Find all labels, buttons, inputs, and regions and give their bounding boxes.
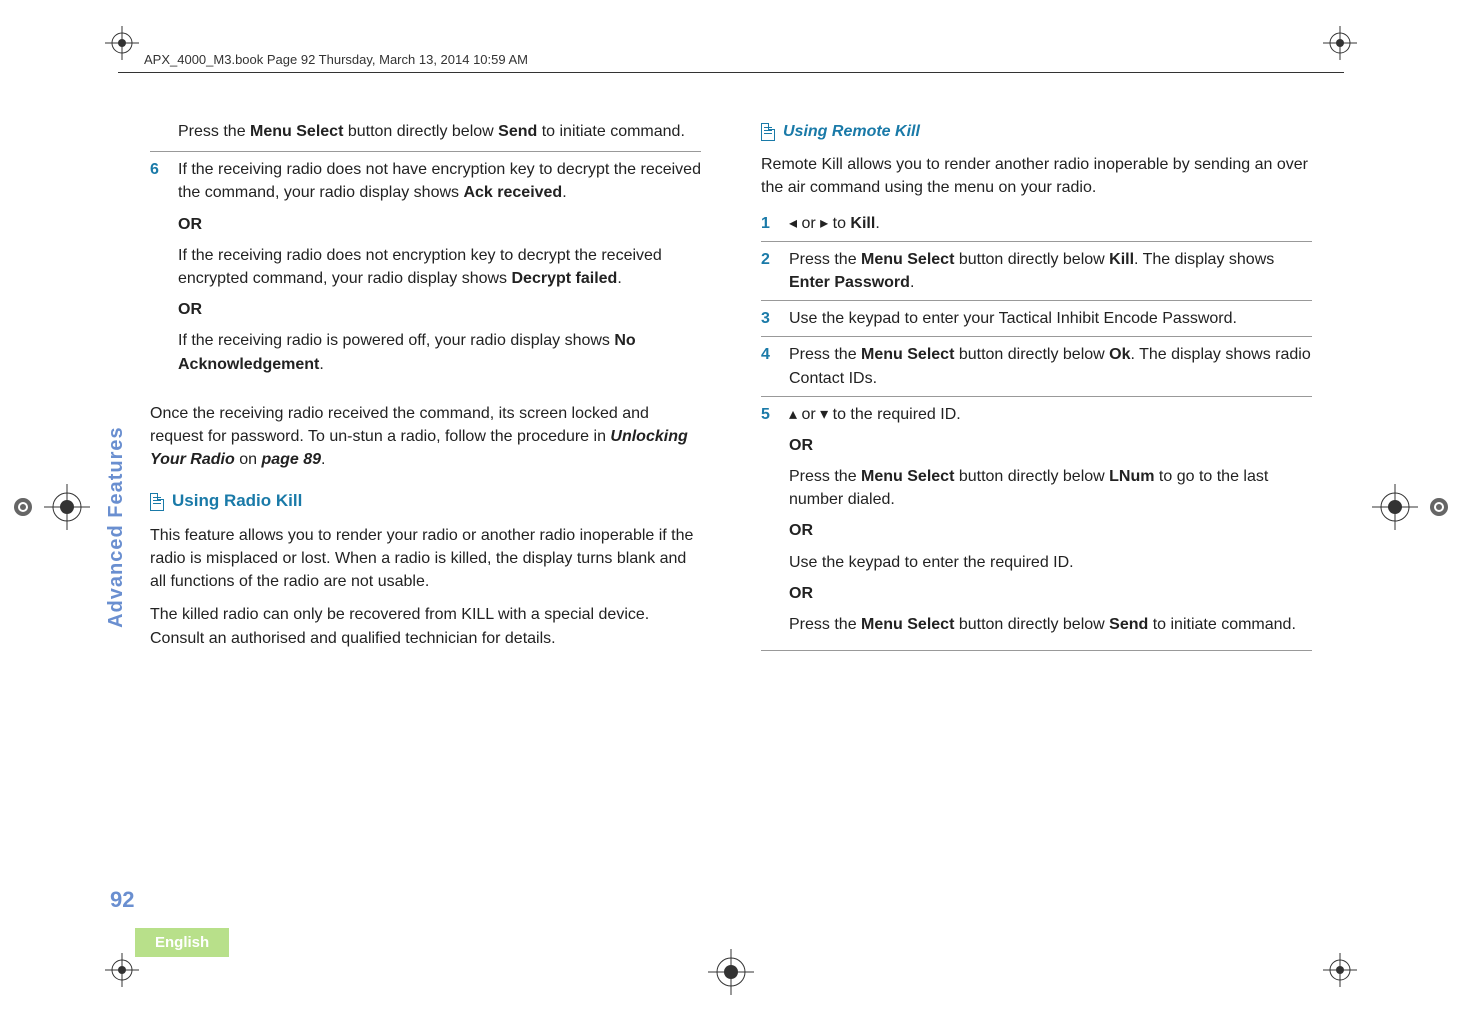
registration-dot-icon — [14, 498, 32, 516]
up-arrow-icon: ▴ — [789, 406, 797, 423]
step-number: 2 — [761, 248, 779, 294]
step-2: 2 Press the Menu Select button directly … — [761, 244, 1312, 301]
doc-icon — [761, 123, 775, 141]
step-4: 4 Press the Menu Select button directly … — [761, 339, 1312, 396]
step-5: 5 ▴ or ▾ to the required ID. OR Press th… — [761, 399, 1312, 652]
step-number: 1 — [761, 212, 779, 235]
step-3: 3 Use the keypad to enter your Tactical … — [761, 303, 1312, 337]
down-arrow-icon: ▾ — [820, 406, 828, 423]
header-rule — [118, 72, 1344, 73]
step-number: 5 — [761, 403, 779, 645]
paragraph-kill-desc: This feature allows you to render your r… — [150, 524, 701, 594]
alignment-target-icon — [708, 949, 754, 995]
step-body: ▴ or ▾ to the required ID. OR Press the … — [789, 403, 1312, 645]
heading-remote-kill: Using Remote Kill — [761, 120, 1312, 143]
registration-dot-icon — [1430, 498, 1448, 516]
alignment-target-icon — [1372, 484, 1418, 530]
remote-kill-intro: Remote Kill allows you to render another… — [761, 153, 1312, 199]
doc-icon — [150, 493, 164, 511]
crop-mark-icon — [105, 953, 139, 987]
alignment-target-icon — [44, 484, 90, 530]
step-6: 6 If the receiving radio does not have e… — [150, 154, 701, 390]
crop-mark-icon — [1323, 26, 1357, 60]
section-side-tab: Advanced Features — [105, 426, 128, 628]
step-body: Use the keypad to enter your Tactical In… — [789, 307, 1312, 330]
book-header: APX_4000_M3.book Page 92 Thursday, March… — [144, 52, 528, 67]
crop-mark-icon — [1323, 953, 1357, 987]
paragraph-kill-recover: The killed radio can only be recovered f… — [150, 603, 701, 649]
step-body: ◂ or ▸ to Kill. — [789, 212, 1312, 235]
crop-mark-icon — [105, 26, 139, 60]
language-tab: English — [135, 928, 229, 957]
step-body: If the receiving radio does not have enc… — [178, 158, 701, 384]
right-arrow-icon: ▸ — [820, 215, 828, 232]
continuation-text: Press the Menu Select button directly be… — [178, 120, 701, 143]
step-1: 1 ◂ or ▸ to Kill. — [761, 208, 1312, 242]
step-number: 6 — [150, 158, 168, 384]
page-number: 92 — [110, 887, 134, 913]
paragraph-unstun: Once the receiving radio received the co… — [150, 402, 701, 472]
step-number: 3 — [761, 307, 779, 330]
step-body: Press the Menu Select button directly be… — [789, 248, 1312, 294]
right-column: Using Remote Kill Remote Kill allows you… — [761, 120, 1312, 923]
left-column: Press the Menu Select button directly be… — [150, 120, 701, 923]
step-body: Press the Menu Select button directly be… — [789, 343, 1312, 389]
step-number: 4 — [761, 343, 779, 389]
left-arrow-icon: ◂ — [789, 215, 797, 232]
heading-radio-kill: Using Radio Kill — [150, 489, 701, 514]
page-body: Press the Menu Select button directly be… — [150, 120, 1312, 923]
